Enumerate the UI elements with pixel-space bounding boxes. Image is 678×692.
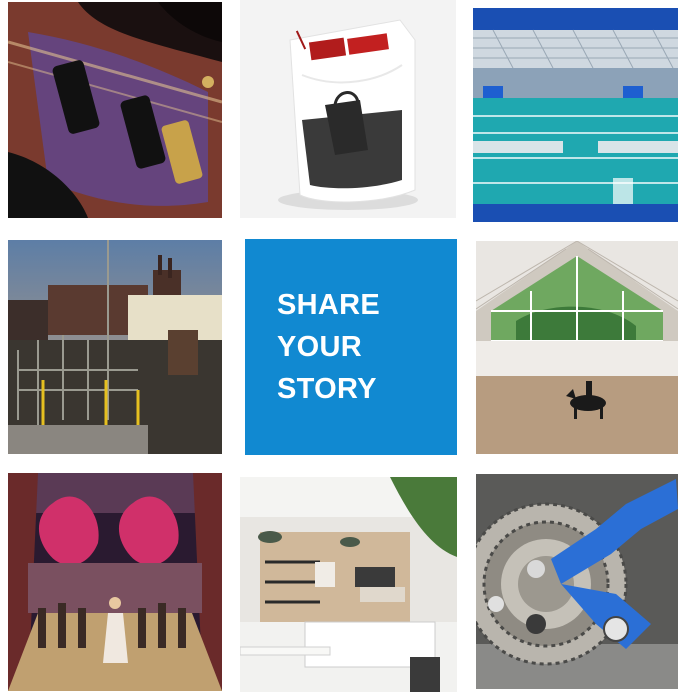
theater-stage-performance-photo (8, 473, 222, 691)
riding-arena-photo-tile[interactable] (476, 241, 678, 454)
bicycle-photo-tile[interactable] (476, 474, 678, 689)
cafe-interior-photo (240, 477, 457, 692)
industrial-plant-at-dusk-photo (8, 240, 222, 454)
indoor-horse-arena-photo (476, 241, 678, 454)
share-your-story-heading: SHARE YOUR STORY (277, 284, 380, 410)
pool-photo-tile[interactable] (473, 8, 678, 222)
carved-electric-guitar-photo (8, 2, 222, 218)
cafe-photo-tile[interactable] (240, 477, 457, 692)
cta-line-3: STORY (277, 373, 377, 405)
industrial-photo-tile[interactable] (8, 240, 222, 454)
indoor-swimming-pool-photo (473, 8, 678, 222)
cta-line-1: SHARE (277, 289, 381, 321)
bicycle-derailleur-closeup-photo (476, 474, 678, 689)
share-your-story-tile[interactable]: SHARE YOUR STORY (245, 239, 457, 455)
white-bag-organizer-photo (240, 0, 456, 218)
theater-photo-tile[interactable] (8, 473, 222, 691)
cta-line-2: YOUR (277, 331, 362, 363)
storage-organizer-photo-tile[interactable] (240, 0, 456, 218)
guitar-photo-tile[interactable] (8, 2, 222, 218)
